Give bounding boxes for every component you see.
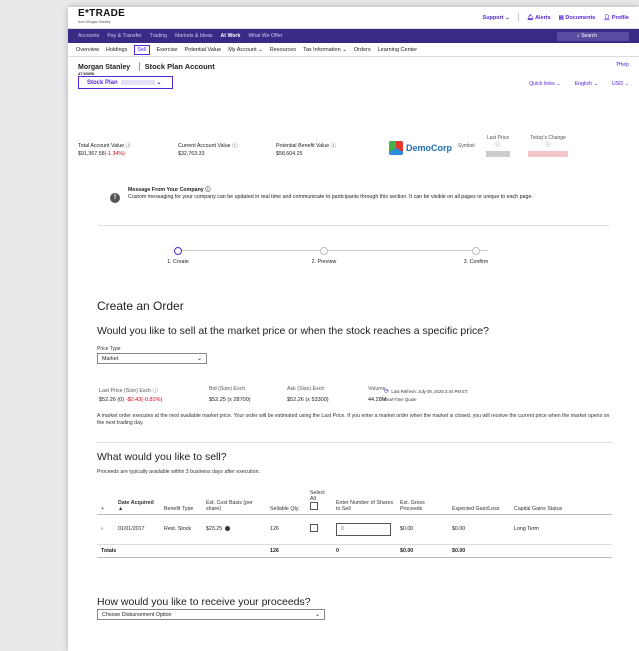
total-account-value: Total Account Value ⓘ $91,367.58(-1.34%) <box>78 143 131 157</box>
col-select-all: Select All <box>307 484 333 515</box>
totals-qty: 126 <box>267 544 307 558</box>
disbursement-select[interactable]: Choose Disbursement Option ⌄ <box>97 609 325 620</box>
sell-heading: What would you like to sell? <box>97 451 227 463</box>
democorp-cube-icon <box>389 141 403 155</box>
info-icon[interactable]: ⓘ <box>232 143 237 149</box>
sell-subtext: Proceeds are typically available within … <box>97 469 260 475</box>
expand-col-header: + <box>97 484 115 515</box>
sort-up-icon: ▲ <box>118 505 124 512</box>
last-price-header: Last Price (Size) Exch ⓘ <box>99 388 158 394</box>
todays-change-column: Today's Change ⓘ <box>528 135 568 157</box>
cell-type: Rest. Stock <box>161 514 203 545</box>
bid-value: $52.25 (x 28700) <box>209 397 251 403</box>
cell-basis: $23.25 <box>203 514 267 545</box>
info-icon[interactable] <box>224 526 230 532</box>
cell-gross: $0.00 <box>397 514 449 545</box>
col-gain-loss: Expected Gain/Loss <box>449 484 511 515</box>
bid-header: Bid (Size) Exch <box>209 386 246 392</box>
lots-table: + Date Acquired ▲ Benefit Type Est. Cost… <box>97 484 612 558</box>
expand-chevron-icon[interactable]: › <box>101 526 103 532</box>
redacted-change <box>528 151 568 157</box>
divider <box>98 225 609 226</box>
company-logo: DemoCorp <box>389 141 452 155</box>
select-all-checkbox[interactable] <box>310 501 318 510</box>
chevron-down-icon: ⌄ <box>196 356 202 362</box>
info-icon[interactable]: ⓘ <box>153 388 158 394</box>
ask-header: Ask (Size) Exch <box>287 386 325 392</box>
col-date-acquired[interactable]: Date Acquired ▲ <box>115 484 161 515</box>
cell-gain: $0.00 <box>449 514 511 545</box>
alert-icon: ! <box>110 193 120 203</box>
info-icon[interactable]: ⓘ <box>495 142 500 148</box>
totals-row: Totals 126 0 $0.00 $0.00 <box>97 544 612 558</box>
price-question-heading: Would you like to sell at the market pri… <box>97 325 489 337</box>
last-price-value: $52.26 (0) -$0.43(-0.81%) <box>99 397 163 403</box>
info-icon[interactable]: ⓘ <box>331 143 336 149</box>
price-type-label: Price Type <box>97 346 121 352</box>
quote-refresh: ⟳ Last Refresh: July 08, 2025 3:44 PM ET… <box>384 389 468 402</box>
row-checkbox[interactable] <box>310 524 318 532</box>
refresh-icon[interactable]: ⟳ <box>384 389 389 395</box>
symbol-column: Symbol <box>458 143 475 149</box>
step-preview: 2. Preview <box>304 247 344 265</box>
chevron-down-icon: ⌄ <box>314 612 320 618</box>
divider <box>97 442 612 443</box>
page-content: Total Account Value ⓘ $91,367.58(-1.34%)… <box>68 7 639 651</box>
cell-shares: 0 <box>333 514 397 545</box>
cell-select <box>307 514 333 545</box>
info-icon[interactable]: ⓘ <box>205 187 210 193</box>
last-price-column: Last Price ⓘ <box>486 135 510 157</box>
info-icon[interactable]: ⓘ <box>545 142 550 148</box>
table-row: › 01/01/2017 Rest. Stock $23.25 126 0 $0… <box>97 514 612 545</box>
potential-benefit-value: Potential Benefit Value ⓘ $58,604.25 <box>276 143 336 157</box>
col-benefit-type: Benefit Type <box>161 484 203 515</box>
account-summary: Total Account Value ⓘ $91,367.58(-1.34%)… <box>78 135 629 167</box>
ask-value: $52.26 (x 53300) <box>287 397 329 403</box>
shares-to-sell-input[interactable]: 0 <box>336 522 391 536</box>
market-order-note: A market order executes at the next avai… <box>97 413 610 426</box>
totals-label: Totals <box>97 544 267 558</box>
col-cost-basis: Est. Cost Basis (per share) <box>203 484 267 515</box>
current-account-value: Current Account Value ⓘ $32,763.33 <box>178 143 238 157</box>
col-gross-proceeds: Est. Gross Proceeds <box>397 484 449 515</box>
col-shares-to-sell: Enter Number of Shares to Sell <box>333 484 397 515</box>
company-message: ! Message From Your Company ⓘ Custom mes… <box>98 187 609 203</box>
price-type-select[interactable]: Market ⌄ <box>97 353 207 364</box>
step-confirm: 3. Confirm <box>456 247 496 265</box>
step-create: 1. Create <box>158 247 198 265</box>
create-order-heading: Create an Order <box>97 299 184 313</box>
col-capital-gains: Capital Gains Status <box>511 484 612 515</box>
proceeds-heading: How would you like to receive your proce… <box>97 596 311 608</box>
redacted-last-price <box>486 151 510 157</box>
totals-gross: $0.00 <box>397 544 449 558</box>
info-icon[interactable]: ⓘ <box>126 143 131 149</box>
order-stepper: 1. Create 2. Preview 3. Confirm <box>158 247 498 267</box>
totals-shares: 0 <box>333 544 397 558</box>
cell-qty: 126 <box>267 514 307 545</box>
table-header-row: + Date Acquired ▲ Benefit Type Est. Cost… <box>97 484 612 515</box>
col-sellable-qty: Sellable Qty. <box>267 484 307 515</box>
cell-date: 01/01/2017 <box>115 514 161 545</box>
cell-status: Long Term <box>511 514 612 545</box>
totals-gain: $0.00 <box>449 544 511 558</box>
